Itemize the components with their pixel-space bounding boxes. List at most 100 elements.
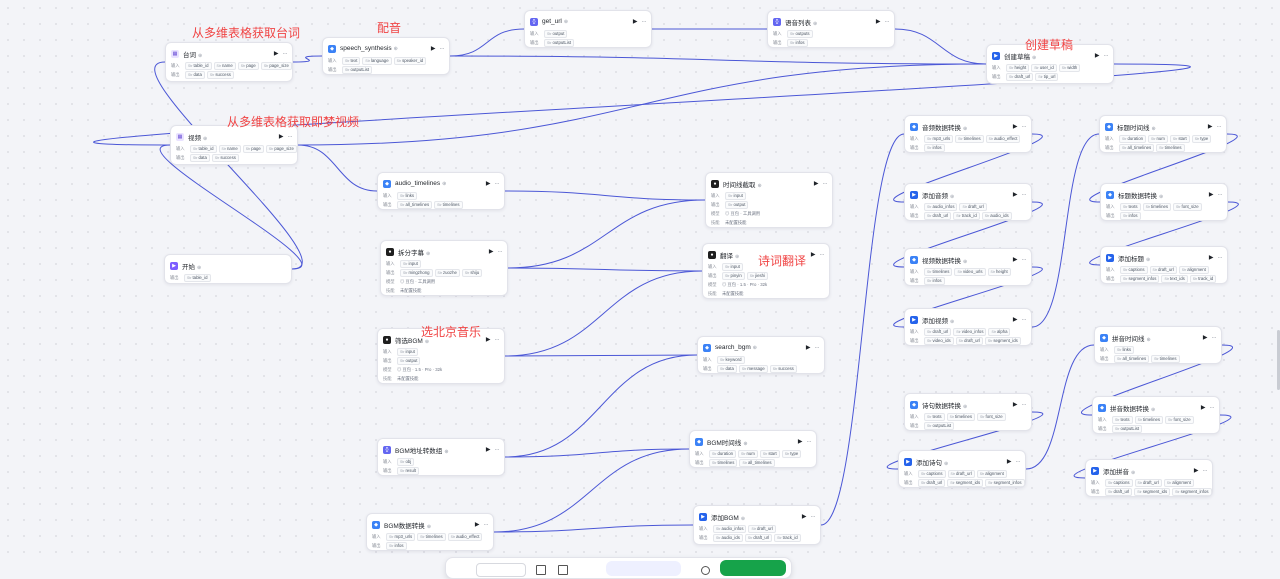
more-options-icon[interactable]: ···	[811, 514, 816, 520]
node-video[interactable]: ▦ 视频 ⊕ ▶ ··· 输入 Str table_id Str name Str page Str pa…	[170, 125, 298, 165]
node-taici[interactable]: ▦ 台词 ⊕ ▶ ··· 输入 Str table_id Str name Str page Str pa…	[165, 42, 293, 82]
node-spsjzh[interactable]: ◆ 视频数据转换 ⊕ ▶ ··· 输入 Str timelines Str video_urls S…	[904, 248, 1032, 286]
run-node-icon[interactable]: ▶	[279, 133, 284, 140]
run-node-icon[interactable]: ▶	[475, 521, 480, 528]
node-sjxjq[interactable]: ● 时间线截取 ⊕ ▶ ··· 输入 Str input 输出 Str output 模型 ◎ 豆包 ·…	[705, 172, 833, 228]
node-btsjzh[interactable]: ◆ 标题数据转换 ⊕ ▶ ··· 输入 Str texts Str timelines Str fon…	[1100, 183, 1228, 221]
more-options-icon[interactable]: ···	[1203, 468, 1208, 474]
node-pysjzh[interactable]: ◆ 拼音数据转换 ⊕ ▶ ··· 输入 Str texts Str timelines Str fon…	[1092, 396, 1220, 434]
node-tjsj[interactable]: ▶ 添加诗句 ⊕ ▶ ··· 输入 Str captions Str draft_url Str al…	[898, 450, 1026, 488]
node-cfzm[interactable]: ● 拆分字幕 ⊕ ▶ ··· 输入 Str input 输出 Str mingzhong Str zuo…	[380, 240, 508, 296]
run-node-icon[interactable]: ▶	[431, 45, 436, 52]
edge-bgmsjzh-bgmsjx[interactable]	[493, 448, 690, 533]
run-node-icon[interactable]: ▶	[806, 344, 811, 351]
more-options-icon[interactable]: ···	[283, 51, 288, 57]
more-options-icon[interactable]: ···	[807, 439, 812, 445]
run-node-icon[interactable]: ▶	[486, 180, 491, 187]
more-options-icon[interactable]: ···	[440, 46, 445, 52]
edge-tjsj-pysjx[interactable]	[1025, 344, 1095, 470]
run-node-icon[interactable]: ▶	[489, 248, 494, 255]
node-scsjzh[interactable]: ◆ 诗句数据转换 ⊕ ▶ ··· 输入 Str texts Str timelines Str fon…	[904, 393, 1032, 431]
more-options-icon[interactable]: ···	[495, 447, 500, 453]
more-options-icon[interactable]: ···	[885, 19, 890, 25]
run-node-icon[interactable]: ▶	[1209, 191, 1214, 198]
run-node-icon[interactable]: ▶	[1095, 52, 1100, 59]
run-node-icon[interactable]: ▶	[486, 336, 491, 343]
node-audiotl[interactable]: ◆ audio_timelines ⊕ ▶ ··· 输入 Str links 输出 Str all_…	[377, 172, 505, 210]
more-options-icon[interactable]: ···	[820, 252, 825, 258]
more-options-icon[interactable]: ···	[1022, 257, 1027, 263]
node-tjpy[interactable]: ▶ 添加拼音 ⊕ ▶ ··· 输入 Str captions Str draft_url Str al…	[1085, 459, 1213, 497]
run-node-icon[interactable]: ▶	[1203, 334, 1208, 341]
edge-start-taici[interactable]	[154, 61, 303, 270]
history-icon[interactable]	[701, 566, 710, 575]
node-tjbgm[interactable]: ▶ 添加BGM ⊕ ▶ ··· 输入 Str audio_infos Str draft_url 输…	[693, 505, 821, 545]
more-options-icon[interactable]: ···	[1212, 335, 1217, 341]
run-node-icon[interactable]: ▶	[1208, 123, 1213, 130]
edge-speech-geturl[interactable]	[449, 28, 525, 57]
more-options-icon[interactable]: ···	[815, 345, 820, 351]
more-options-icon[interactable]: ···	[484, 522, 489, 528]
test-run-button[interactable]	[720, 560, 786, 576]
more-options-icon[interactable]: ···	[1218, 255, 1223, 261]
more-options-icon[interactable]: ···	[1217, 124, 1222, 130]
more-options-icon[interactable]: ···	[1218, 192, 1223, 198]
edge-cfzm-sjxjq[interactable]	[507, 199, 706, 269]
edge-bgmdz-searchbgm[interactable]	[504, 354, 698, 458]
node-speech[interactable]: ◆ speech_synthesis ⊕ ▶ ··· 输入 Str text Str langua…	[322, 37, 450, 75]
run-node-icon[interactable]: ▶	[1194, 467, 1199, 474]
run-node-icon[interactable]: ▶	[1013, 401, 1018, 408]
node-yylb[interactable]: {} 语音列表 ⊕ ▶ ··· 输入 Str outputs 输出 Str infos	[767, 10, 895, 48]
run-node-icon[interactable]: ▶	[1013, 316, 1018, 323]
edge-yylb-cjcg[interactable]	[894, 28, 987, 65]
run-node-icon[interactable]: ▶	[798, 438, 803, 445]
more-options-icon[interactable]: ···	[288, 134, 293, 140]
run-node-icon[interactable]: ▶	[1013, 256, 1018, 263]
run-node-icon[interactable]: ▶	[811, 251, 816, 258]
run-node-icon[interactable]: ▶	[274, 50, 279, 57]
run-node-icon[interactable]: ▶	[802, 513, 807, 520]
run-node-icon[interactable]: ▶	[1013, 191, 1018, 198]
node-tjsp[interactable]: ▶ 添加视频 ⊕ ▶ ··· 输入 Str draft_url Str video_infos St…	[904, 308, 1032, 346]
node-bgmdz[interactable]: {} BGM地址转数组 ⊕ ▶ ··· 输入 Str obj 输出 Str result	[377, 438, 505, 476]
more-options-icon[interactable]: ···	[495, 181, 500, 187]
edge-sxbgm-fanyi[interactable]	[504, 270, 703, 357]
more-options-icon[interactable]: ···	[1022, 192, 1027, 198]
edge-tjsp-btsjx[interactable]	[1031, 133, 1100, 328]
run-node-icon[interactable]: ▶	[1013, 123, 1018, 130]
node-btsjx[interactable]: ◆ 标题时间线 ⊕ ▶ ··· 输入 Str duration Str num Str start St…	[1099, 115, 1227, 153]
node-pysjx[interactable]: ◆ 拼音时间线 ⊕ ▶ ··· 输入 Str links 输出 Str all_timelines S…	[1094, 326, 1222, 364]
run-node-icon[interactable]: ▶	[633, 18, 638, 25]
edge-audiotl-sjxjq[interactable]	[504, 190, 706, 201]
node-bgmsjzh[interactable]: ◆ BGM数据转换 ⊕ ▶ ··· 输入 Str mp3_urls Str timelines St…	[366, 513, 494, 551]
node-bgmsjx[interactable]: ◆ BGM时间线 ⊕ ▶ ··· 输入 Str duration Str num Str start S…	[689, 430, 817, 468]
node-searchbgm[interactable]: ◆ search_bgm ⊕ ▶ ··· 输入 Str keyword 输出 Str data Str…	[697, 336, 825, 374]
node-geturl[interactable]: {} get_url ⊕ ▶ ··· 输入 Str output 输出 Str outputList	[524, 10, 652, 48]
more-options-icon[interactable]: ···	[1210, 405, 1215, 411]
zoom-select[interactable]	[476, 563, 526, 577]
more-options-icon[interactable]: ···	[498, 249, 503, 255]
edge-video-audiotl[interactable]	[297, 144, 378, 192]
edge-cfzm-fanyi[interactable]	[507, 267, 703, 272]
edge-tjbgm-ypsjzh[interactable]	[820, 133, 905, 526]
edge-bgmdz-bgmsjx[interactable]	[504, 448, 690, 458]
run-node-icon[interactable]: ▶	[814, 180, 819, 187]
more-options-icon[interactable]: ···	[1022, 124, 1027, 130]
more-options-icon[interactable]: ···	[495, 337, 500, 343]
more-options-icon[interactable]: ···	[823, 181, 828, 187]
more-options-icon[interactable]: ···	[1022, 402, 1027, 408]
node-ypsjzh[interactable]: ◆ 音频数据转换 ⊕ ▶ ··· 输入 Str mp3_urls Str timelines Str…	[904, 115, 1032, 153]
edge-speech-cjcg[interactable]	[449, 55, 987, 65]
more-options-icon[interactable]: ···	[642, 19, 647, 25]
edge-taici-speech[interactable]	[292, 55, 323, 63]
edge-sxbgm-searchbgm[interactable]	[504, 354, 698, 357]
run-node-icon[interactable]: ▶	[876, 18, 881, 25]
node-start[interactable]: ▶ 开始 ⊕ 输出 Str table_id	[164, 254, 292, 284]
run-node-icon[interactable]: ▶	[1201, 404, 1206, 411]
more-options-icon[interactable]: ···	[1016, 459, 1021, 465]
node-tjbt[interactable]: ▶ 添加标题 ⊕ ▶ ··· 输入 Str captions Str draft_url Str al…	[1100, 246, 1228, 284]
node-tjyp[interactable]: ▶ 添加音频 ⊕ ▶ ··· 输入 Str audio_infos Str draft_url 输出…	[904, 183, 1032, 221]
add-node-button[interactable]	[606, 561, 681, 576]
run-node-icon[interactable]: ▶	[1007, 458, 1012, 465]
more-options-icon[interactable]: ···	[1104, 53, 1109, 59]
